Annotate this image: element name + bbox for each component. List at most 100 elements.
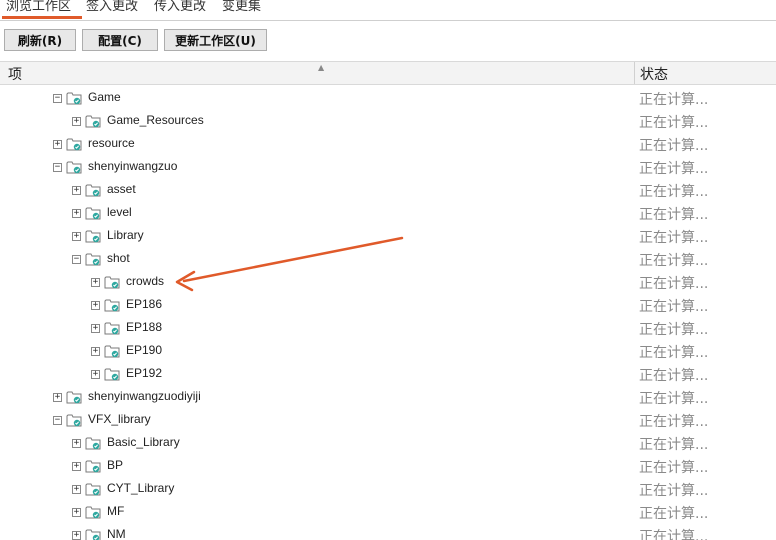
- tree-row[interactable]: + resource 正在计算...: [0, 133, 776, 156]
- expand-icon[interactable]: +: [72, 508, 81, 517]
- checked-folder-icon: [85, 251, 101, 266]
- collapse-icon[interactable]: −: [53, 416, 62, 425]
- tree-row[interactable]: − VFX_library 正在计算...: [0, 409, 776, 432]
- tree-row[interactable]: − Game 正在计算...: [0, 87, 776, 110]
- tree-item-label: Game: [88, 90, 121, 104]
- tree-item-label: crowds: [126, 274, 165, 288]
- tree-row[interactable]: + NM 正在计算...: [0, 524, 776, 540]
- expand-icon[interactable]: +: [72, 439, 81, 448]
- collapse-icon[interactable]: −: [72, 255, 81, 264]
- expand-icon[interactable]: +: [53, 393, 62, 402]
- checked-folder-icon: [66, 412, 82, 427]
- expand-icon[interactable]: +: [72, 117, 81, 126]
- tree-item-label: EP186: [126, 297, 163, 311]
- collapse-icon[interactable]: −: [53, 163, 62, 172]
- column-item-header[interactable]: 项: [8, 64, 22, 84]
- checked-folder-icon: [85, 458, 101, 473]
- expand-icon[interactable]: +: [72, 485, 81, 494]
- tree-row[interactable]: − shenyinwangzuo 正在计算...: [0, 156, 776, 179]
- tree-item-label: shot: [107, 251, 130, 265]
- expand-icon[interactable]: +: [72, 232, 81, 241]
- tree-item-label: EP190: [126, 343, 163, 357]
- tree-row[interactable]: + Game_Resources 正在计算...: [0, 110, 776, 133]
- tab-changesets[interactable]: 变更集: [222, 0, 261, 14]
- tree-item-label: VFX_library: [88, 412, 151, 426]
- tree-row[interactable]: + level 正在计算...: [0, 202, 776, 225]
- checked-folder-icon: [85, 504, 101, 519]
- tree-row[interactable]: + Library 正在计算...: [0, 225, 776, 248]
- tab-incoming-changes[interactable]: 传入更改: [154, 0, 206, 14]
- tree-row[interactable]: + asset 正在计算...: [0, 179, 776, 202]
- expand-icon[interactable]: +: [91, 370, 100, 379]
- checked-folder-icon: [104, 320, 120, 335]
- expand-icon[interactable]: +: [91, 324, 100, 333]
- expand-icon[interactable]: +: [72, 209, 81, 218]
- tree-item-label: Library: [107, 228, 144, 242]
- checked-folder-icon: [85, 113, 101, 128]
- tree-item-label: shenyinwangzuo: [88, 159, 178, 173]
- update-workspace-button[interactable]: 更新工作区(U): [164, 29, 267, 51]
- tree-row[interactable]: + MF 正在计算...: [0, 501, 776, 524]
- tree-item-label: NM: [107, 527, 126, 540]
- checked-folder-icon: [104, 343, 120, 358]
- active-tab-indicator: [2, 16, 82, 19]
- tree-item-label: resource: [88, 136, 135, 150]
- expand-icon[interactable]: +: [91, 301, 100, 310]
- checked-folder-icon: [85, 435, 101, 450]
- checked-folder-icon: [66, 136, 82, 151]
- expand-icon[interactable]: +: [72, 186, 81, 195]
- tree-item-status: 正在计算...: [639, 414, 709, 430]
- tree-item-status: 正在计算...: [639, 345, 709, 361]
- tree-row[interactable]: + BP 正在计算...: [0, 455, 776, 478]
- tree-item-status: 正在计算...: [639, 299, 709, 315]
- tab-checkin-changes[interactable]: 签入更改: [86, 0, 138, 14]
- tree-row[interactable]: + shenyinwangzuodiyiji 正在计算...: [0, 386, 776, 409]
- column-divider[interactable]: [634, 62, 635, 84]
- tree-row[interactable]: + CYT_Library 正在计算...: [0, 478, 776, 501]
- expand-icon[interactable]: +: [72, 531, 81, 540]
- tree-row[interactable]: + EP190 正在计算...: [0, 340, 776, 363]
- tree-item-status: 正在计算...: [639, 207, 709, 223]
- tree-item-status: 正在计算...: [639, 529, 709, 540]
- tree-item-status: 正在计算...: [639, 138, 709, 154]
- tree-row[interactable]: + EP192 正在计算...: [0, 363, 776, 386]
- tree-item-label: level: [107, 205, 132, 219]
- column-header: 项 ▲ 状态: [0, 61, 776, 85]
- checked-folder-icon: [66, 90, 82, 105]
- tree-item-status: 正在计算...: [639, 253, 709, 269]
- checked-folder-icon: [104, 297, 120, 312]
- config-button[interactable]: 配置(C): [82, 29, 158, 51]
- tab-browse-workspace[interactable]: 浏览工作区: [6, 0, 71, 14]
- expand-icon[interactable]: +: [72, 462, 81, 471]
- tree-item-label: Basic_Library: [107, 435, 180, 449]
- tree-item-label: shenyinwangzuodiyiji: [88, 389, 201, 403]
- workspace-tree: − Game 正在计算... + Game_Resources 正在计算... + resou…: [0, 86, 776, 540]
- collapse-icon[interactable]: −: [53, 94, 62, 103]
- tree-row[interactable]: + EP186 正在计算...: [0, 294, 776, 317]
- checked-folder-icon: [104, 366, 120, 381]
- tree-row[interactable]: + EP188 正在计算...: [0, 317, 776, 340]
- tree-item-status: 正在计算...: [639, 460, 709, 476]
- tree-item-label: EP188: [126, 320, 163, 334]
- expand-icon[interactable]: +: [53, 140, 62, 149]
- tree-item-status: 正在计算...: [639, 161, 709, 177]
- tab-bar: 浏览工作区 签入更改 传入更改 变更集: [0, 0, 776, 21]
- tree-item-status: 正在计算...: [639, 483, 709, 499]
- refresh-button[interactable]: 刷新(R): [4, 29, 76, 51]
- tree-item-label: Game_Resources: [107, 113, 204, 127]
- expand-icon[interactable]: +: [91, 278, 100, 287]
- expand-icon[interactable]: +: [91, 347, 100, 356]
- checked-folder-icon: [85, 205, 101, 220]
- tree-item-label: asset: [107, 182, 136, 196]
- tree-item-status: 正在计算...: [639, 322, 709, 338]
- tree-row[interactable]: + crowds 正在计算...: [0, 271, 776, 294]
- toolbar: 刷新(R) 配置(C) 更新工作区(U): [0, 29, 776, 53]
- tree-item-status: 正在计算...: [639, 184, 709, 200]
- tree-item-status: 正在计算...: [639, 115, 709, 131]
- tree-row[interactable]: − shot 正在计算...: [0, 248, 776, 271]
- tree-item-status: 正在计算...: [639, 230, 709, 246]
- tree-row[interactable]: + Basic_Library 正在计算...: [0, 432, 776, 455]
- column-status-header[interactable]: 状态: [640, 64, 668, 84]
- checked-folder-icon: [66, 389, 82, 404]
- checked-folder-icon: [104, 274, 120, 289]
